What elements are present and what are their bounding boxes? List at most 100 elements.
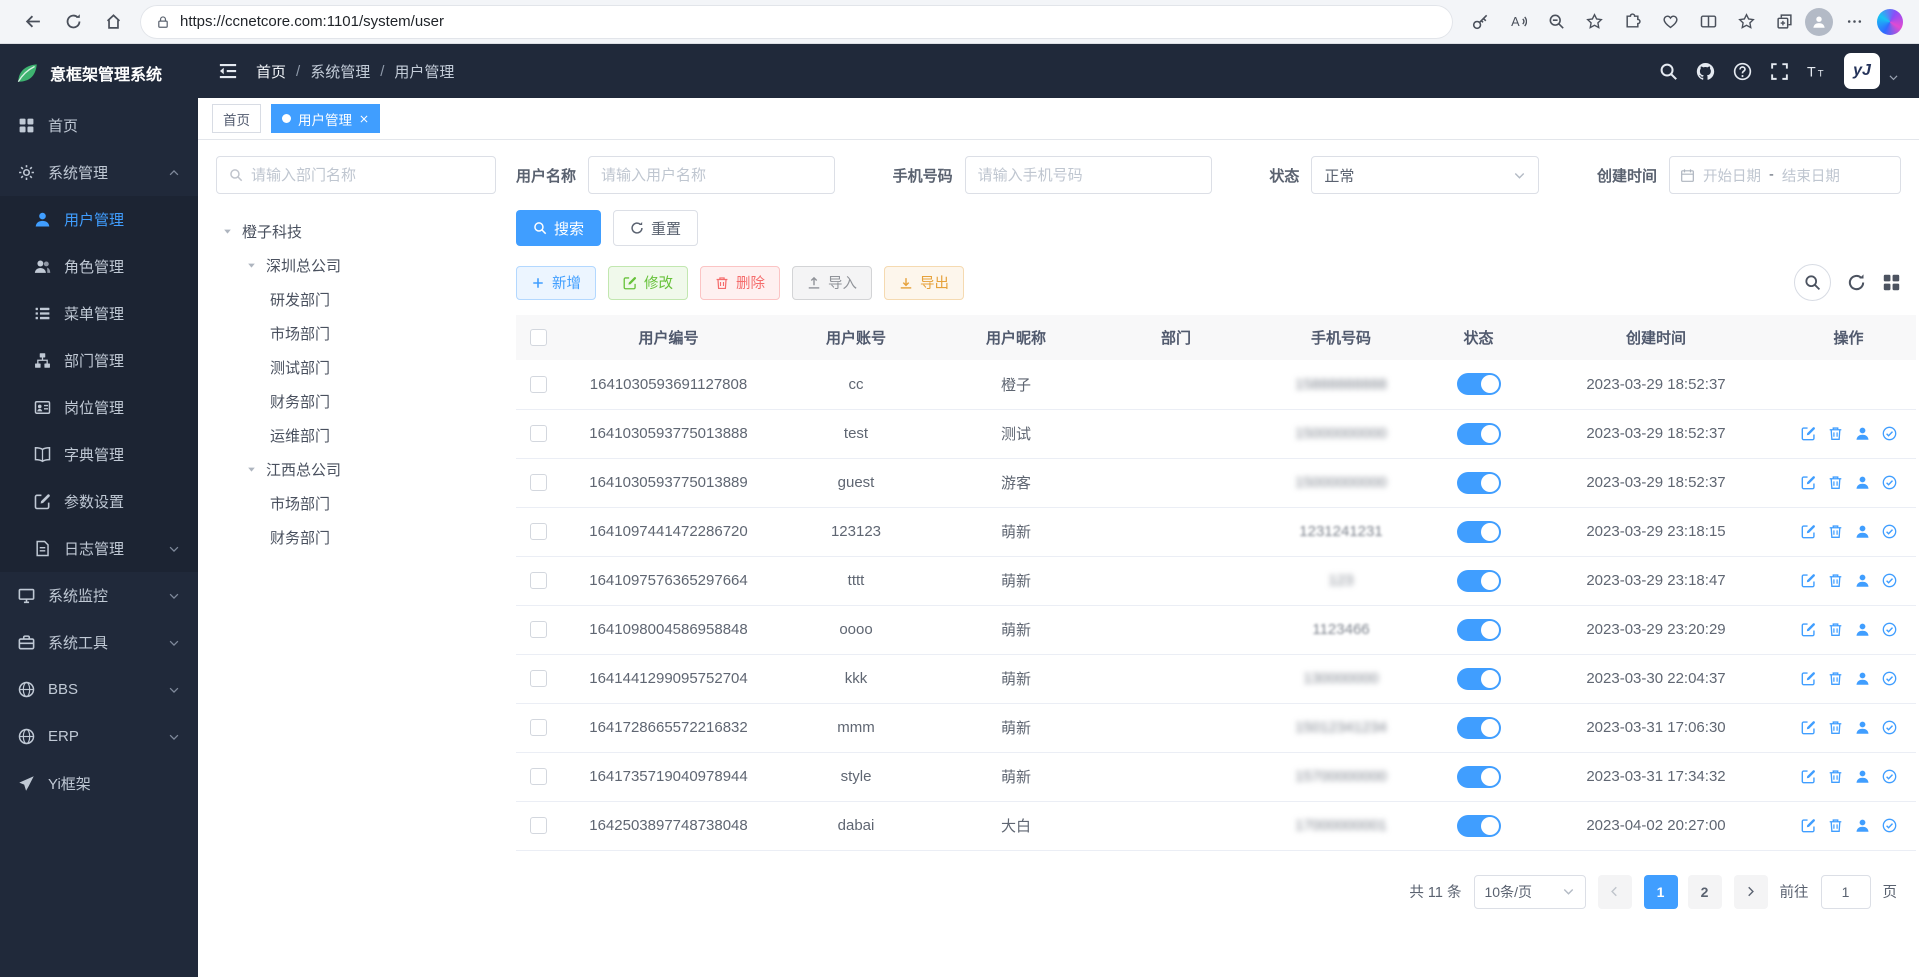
date-range-picker[interactable]: 开始日期 - 结束日期: [1669, 156, 1901, 194]
row-checkbox[interactable]: [530, 523, 547, 540]
fontsize-icon[interactable]: TT: [1807, 62, 1826, 81]
trash-icon[interactable]: [1828, 524, 1843, 539]
user-icon[interactable]: [1855, 524, 1870, 539]
browser-settings-icon[interactable]: [1837, 5, 1871, 39]
trash-icon[interactable]: [1828, 818, 1843, 833]
reset-button[interactable]: 重置: [613, 210, 698, 246]
status-toggle[interactable]: [1457, 766, 1501, 788]
readaloud-icon[interactable]: A: [1501, 5, 1535, 39]
question-icon[interactable]: [1733, 62, 1752, 81]
trash-icon[interactable]: [1828, 671, 1843, 686]
check-circle-icon[interactable]: [1882, 720, 1897, 735]
edit-button[interactable]: 修改: [608, 266, 688, 300]
sidebar-subitem[interactable]: 字典管理: [0, 431, 198, 478]
user-icon[interactable]: [1855, 818, 1870, 833]
star-icon[interactable]: [1577, 5, 1611, 39]
starbar-icon[interactable]: [1729, 5, 1763, 39]
address-bar[interactable]: https://ccnetcore.com:1101/system/user: [140, 5, 1453, 39]
page-number-button[interactable]: 2: [1688, 875, 1722, 909]
trash-icon[interactable]: [1828, 573, 1843, 588]
user-avatar[interactable]: yJ: [1844, 53, 1880, 89]
back-icon[interactable]: [16, 5, 50, 39]
trash-icon[interactable]: [1828, 622, 1843, 637]
goto-page-input[interactable]: [1821, 875, 1871, 909]
check-circle-icon[interactable]: [1882, 671, 1897, 686]
refresh-icon[interactable]: [56, 5, 90, 39]
edit-icon[interactable]: [1801, 524, 1816, 539]
row-checkbox[interactable]: [530, 621, 547, 638]
trash-icon[interactable]: [1828, 475, 1843, 490]
sidebar-item[interactable]: Yi框架: [0, 760, 198, 807]
check-circle-icon[interactable]: [1882, 622, 1897, 637]
close-icon[interactable]: [359, 114, 369, 124]
add-button[interactable]: 新增: [516, 266, 596, 300]
status-toggle[interactable]: [1457, 423, 1501, 445]
edit-icon[interactable]: [1801, 671, 1816, 686]
copilot-icon[interactable]: [1877, 9, 1903, 35]
sidebar-item[interactable]: ERP: [0, 713, 198, 760]
page-size-select[interactable]: 10条/页: [1474, 875, 1586, 909]
edit-icon[interactable]: [1801, 769, 1816, 784]
department-search-input[interactable]: [251, 167, 483, 184]
delete-button[interactable]: 删除: [700, 266, 780, 300]
status-toggle[interactable]: [1457, 373, 1501, 395]
username-input[interactable]: [588, 156, 835, 194]
tree-node[interactable]: 研发部门: [216, 282, 496, 316]
next-page-button[interactable]: [1734, 875, 1768, 909]
collections-icon[interactable]: [1767, 5, 1801, 39]
edit-icon[interactable]: [1801, 426, 1816, 441]
tree-node[interactable]: 财务部门: [216, 384, 496, 418]
sidebar-item[interactable]: 系统管理: [0, 149, 198, 196]
tree-node[interactable]: 深圳总公司: [216, 248, 496, 282]
check-circle-icon[interactable]: [1882, 426, 1897, 441]
edit-icon[interactable]: [1801, 622, 1816, 637]
edit-icon[interactable]: [1801, 475, 1816, 490]
toggle-search-button[interactable]: [1794, 264, 1831, 301]
key-icon[interactable]: [1463, 5, 1497, 39]
tree-node[interactable]: 财务部门: [216, 520, 496, 554]
search-icon[interactable]: [1659, 62, 1678, 81]
sidebar-subitem[interactable]: 菜单管理: [0, 290, 198, 337]
trash-icon[interactable]: [1828, 720, 1843, 735]
check-circle-icon[interactable]: [1882, 475, 1897, 490]
check-circle-icon[interactable]: [1882, 573, 1897, 588]
user-icon[interactable]: [1855, 769, 1870, 784]
page-number-button[interactable]: 1: [1644, 875, 1678, 909]
home-icon[interactable]: [96, 5, 130, 39]
user-icon[interactable]: [1855, 720, 1870, 735]
row-checkbox[interactable]: [530, 425, 547, 442]
sidebar-subitem[interactable]: 部门管理: [0, 337, 198, 384]
tree-node[interactable]: 市场部门: [216, 486, 496, 520]
search-button[interactable]: 搜索: [516, 210, 601, 246]
row-checkbox[interactable]: [530, 376, 547, 393]
prev-page-button[interactable]: [1598, 875, 1632, 909]
status-toggle[interactable]: [1457, 815, 1501, 837]
heart-icon[interactable]: [1653, 5, 1687, 39]
sidebar-subitem[interactable]: 参数设置: [0, 478, 198, 525]
tree-node[interactable]: 市场部门: [216, 316, 496, 350]
breadcrumb-system[interactable]: 系统管理: [310, 61, 370, 82]
status-toggle[interactable]: [1457, 717, 1501, 739]
split-icon[interactable]: [1691, 5, 1725, 39]
row-checkbox[interactable]: [530, 817, 547, 834]
edit-icon[interactable]: [1801, 818, 1816, 833]
status-select[interactable]: 正常: [1311, 156, 1539, 194]
tab-home[interactable]: 首页: [212, 104, 261, 133]
status-toggle[interactable]: [1457, 668, 1501, 690]
status-toggle[interactable]: [1457, 521, 1501, 543]
phone-input[interactable]: [965, 156, 1212, 194]
edit-icon[interactable]: [1801, 573, 1816, 588]
check-circle-icon[interactable]: [1882, 818, 1897, 833]
user-icon[interactable]: [1855, 622, 1870, 637]
sidebar-subitem[interactable]: 角色管理: [0, 243, 198, 290]
menu-fold-icon[interactable]: [218, 61, 238, 81]
row-checkbox[interactable]: [530, 768, 547, 785]
sidebar-item[interactable]: BBS: [0, 666, 198, 713]
sidebar-item[interactable]: 系统工具: [0, 619, 198, 666]
status-toggle[interactable]: [1457, 619, 1501, 641]
sidebar-subitem[interactable]: 日志管理: [0, 525, 198, 572]
import-button[interactable]: 导入: [792, 266, 872, 300]
sidebar-item[interactable]: 系统监控: [0, 572, 198, 619]
user-icon[interactable]: [1855, 671, 1870, 686]
status-toggle[interactable]: [1457, 570, 1501, 592]
